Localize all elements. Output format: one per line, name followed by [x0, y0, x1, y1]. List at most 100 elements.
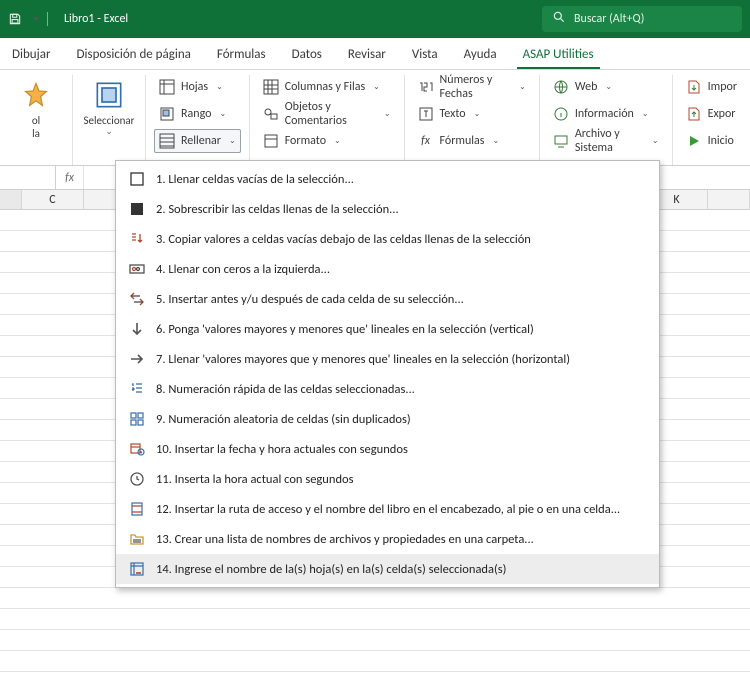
menu-item-9-label: 9. Numeración aleatoria de celdas (sin d… [156, 412, 411, 427]
tab-revisar[interactable]: Revisar [342, 41, 392, 69]
text-icon [418, 106, 434, 122]
window-title: Libro1 - Excel [64, 12, 128, 26]
ribbon-group-seleccionar: Seleccionar ⌄ [73, 75, 146, 165]
tab-formulas[interactable]: Fórmulas [211, 41, 272, 69]
search-placeholder: Buscar (Alt+Q) [574, 12, 644, 26]
ribbon-group-col3: Números y Fechas⌄ Texto⌄ fxFórmulas⌄ [405, 75, 540, 165]
arrow-down-icon [128, 320, 146, 338]
big-button-1-line1: ol [32, 114, 40, 127]
save-icon[interactable] [8, 12, 22, 26]
menu-item-8[interactable]: 8. Numeración rápida de las celdas selec… [116, 374, 659, 404]
menu-item-11[interactable]: 11. Inserta la hora actual con segundos [116, 464, 659, 494]
columnas-filas-button[interactable]: Columnas y Filas⌄ [258, 75, 396, 99]
menu-item-13-label: 13. Crear una lista de nombres de archiv… [156, 532, 534, 547]
select-all-corner[interactable] [0, 190, 22, 209]
export-icon [686, 106, 702, 122]
menu-item-3-label: 3. Copiar valores a celdas vacías debajo… [156, 232, 531, 247]
tab-vista[interactable]: Vista [406, 41, 444, 69]
menu-item-10-label: 10. Insertar la fecha y hora actuales co… [156, 442, 408, 457]
caret-icon: ⌄ [105, 126, 113, 137]
clock-icon [128, 470, 146, 488]
inicio-button[interactable]: Inicio [681, 129, 742, 153]
sheet-name-icon [128, 560, 146, 578]
menu-item-11-label: 11. Inserta la hora actual con segundos [156, 472, 354, 487]
menu-item-12-label: 12. Insertar la ruta de acceso y el nomb… [156, 502, 620, 517]
archivo-sistema-button[interactable]: Archivo y Sistema⌄ [548, 129, 664, 153]
hojas-label: Hojas [181, 80, 208, 94]
globe-icon [553, 79, 569, 95]
big-button-1[interactable]: ol la [8, 75, 64, 144]
tab-ayuda[interactable]: Ayuda [458, 41, 503, 69]
texto-button[interactable]: Texto⌄ [413, 102, 531, 126]
empty-square-icon [128, 170, 146, 188]
archivo-sistema-label: Archivo y Sistema [575, 127, 644, 155]
seleccionar-button[interactable]: Seleccionar ⌄ [81, 75, 137, 141]
quick-access: Libro1 - Excel [8, 12, 128, 26]
menu-item-6[interactable]: 6. Ponga 'valores mayores y menores que'… [116, 314, 659, 344]
menu-item-3[interactable]: 3. Copiar valores a celdas vacías debajo… [116, 224, 659, 254]
importar-label: Impor [708, 80, 737, 94]
menu-item-7[interactable]: 7. Llenar 'valores mayores que y menores… [116, 344, 659, 374]
folder-list-icon [128, 530, 146, 548]
formulas-ribbon-button[interactable]: fxFórmulas⌄ [413, 129, 531, 153]
numbers-icon [418, 79, 434, 95]
copy-down-icon [128, 230, 146, 248]
menu-item-5[interactable]: 5. Insertar antes y/u después de cada ce… [116, 284, 659, 314]
hojas-button[interactable]: Hojas⌄ [154, 75, 241, 99]
menu-item-9[interactable]: 9. Numeración aleatoria de celdas (sin d… [116, 404, 659, 434]
big-button-1-line2: la [32, 127, 40, 140]
fx-label[interactable]: fx [56, 166, 84, 189]
menu-item-7-label: 7. Llenar 'valores mayores que y menores… [156, 352, 570, 367]
tab-datos[interactable]: Datos [286, 41, 328, 69]
menu-item-4[interactable]: 4. Llenar con ceros a la izquierda... [116, 254, 659, 284]
objetos-label: Objetos y Comentarios [285, 100, 376, 128]
menu-item-8-label: 8. Numeración rápida de las celdas selec… [156, 382, 415, 397]
sheets-icon [159, 79, 175, 95]
tab-dibujar[interactable]: Dibujar [6, 41, 57, 69]
menu-item-6-label: 6. Ponga 'valores mayores y menores que'… [156, 322, 534, 337]
title-bar: Libro1 - Excel Buscar (Alt+Q) [0, 0, 750, 38]
numeros-fechas-label: Números y Fechas [440, 73, 512, 101]
numeros-fechas-button[interactable]: Números y Fechas⌄ [413, 75, 531, 99]
menu-item-14-label: 14. Ingrese el nombre de la(s) hoja(s) e… [156, 562, 506, 577]
informacion-button[interactable]: Información⌄ [548, 102, 664, 126]
columns-rows-icon [263, 79, 279, 95]
formato-button[interactable]: Formato⌄ [258, 129, 396, 153]
objetos-button[interactable]: Objetos y Comentarios⌄ [258, 102, 396, 126]
import-icon [686, 79, 702, 95]
menu-item-10[interactable]: 10. Insertar la fecha y hora actuales co… [116, 434, 659, 464]
zeros-icon [128, 260, 146, 278]
web-label: Web [575, 80, 598, 94]
search-icon [552, 10, 566, 28]
menu-item-4-label: 4. Llenar con ceros a la izquierda... [156, 262, 330, 277]
exportar-label: Expor [708, 107, 736, 121]
menu-item-14[interactable]: 14. Ingrese el nombre de la(s) hoja(s) e… [116, 554, 659, 584]
menu-item-5-label: 5. Insertar antes y/u después de cada ce… [156, 292, 464, 307]
system-icon [553, 133, 569, 149]
menu-item-2-label: 2. Sobrescribir las celdas llenas de la … [156, 202, 399, 217]
exportar-button[interactable]: Expor [681, 102, 742, 126]
menu-item-1-label: 1. Llenar celdas vacías de la selección.… [156, 172, 354, 187]
format-icon [263, 133, 279, 149]
col-header-right[interactable] [708, 190, 750, 209]
menu-item-2[interactable]: 2. Sobrescribir las celdas llenas de la … [116, 194, 659, 224]
menu-item-1[interactable]: 1. Llenar celdas vacías de la selección.… [116, 164, 659, 194]
tab-disposicion[interactable]: Disposición de página [71, 41, 197, 69]
name-box[interactable] [0, 166, 56, 189]
search-box[interactable]: Buscar (Alt+Q) [542, 6, 742, 32]
informacion-label: Información [575, 107, 634, 121]
col-header-c[interactable]: C [22, 190, 84, 209]
menu-item-12[interactable]: 12. Insertar la ruta de acceso y el nomb… [116, 494, 659, 524]
ribbon: ol la Seleccionar ⌄ Hojas⌄ Rango⌄ Relle [0, 70, 750, 166]
importar-button[interactable]: Impor [681, 75, 742, 99]
numbered-list-icon [128, 380, 146, 398]
tab-asap-utilities[interactable]: ASAP Utilities [517, 41, 600, 69]
filled-square-icon [128, 200, 146, 218]
star-icon [20, 79, 52, 111]
ribbon-group-col4: Web⌄ Información⌄ Archivo y Sistema⌄ [540, 75, 673, 165]
rellenar-button[interactable]: Rellenar⌄ [154, 129, 241, 153]
rango-button[interactable]: Rango⌄ [154, 102, 241, 126]
menu-item-13[interactable]: 13. Crear una lista de nombres de archiv… [116, 524, 659, 554]
qat-customize-icon[interactable] [30, 17, 39, 21]
web-button[interactable]: Web⌄ [548, 75, 664, 99]
